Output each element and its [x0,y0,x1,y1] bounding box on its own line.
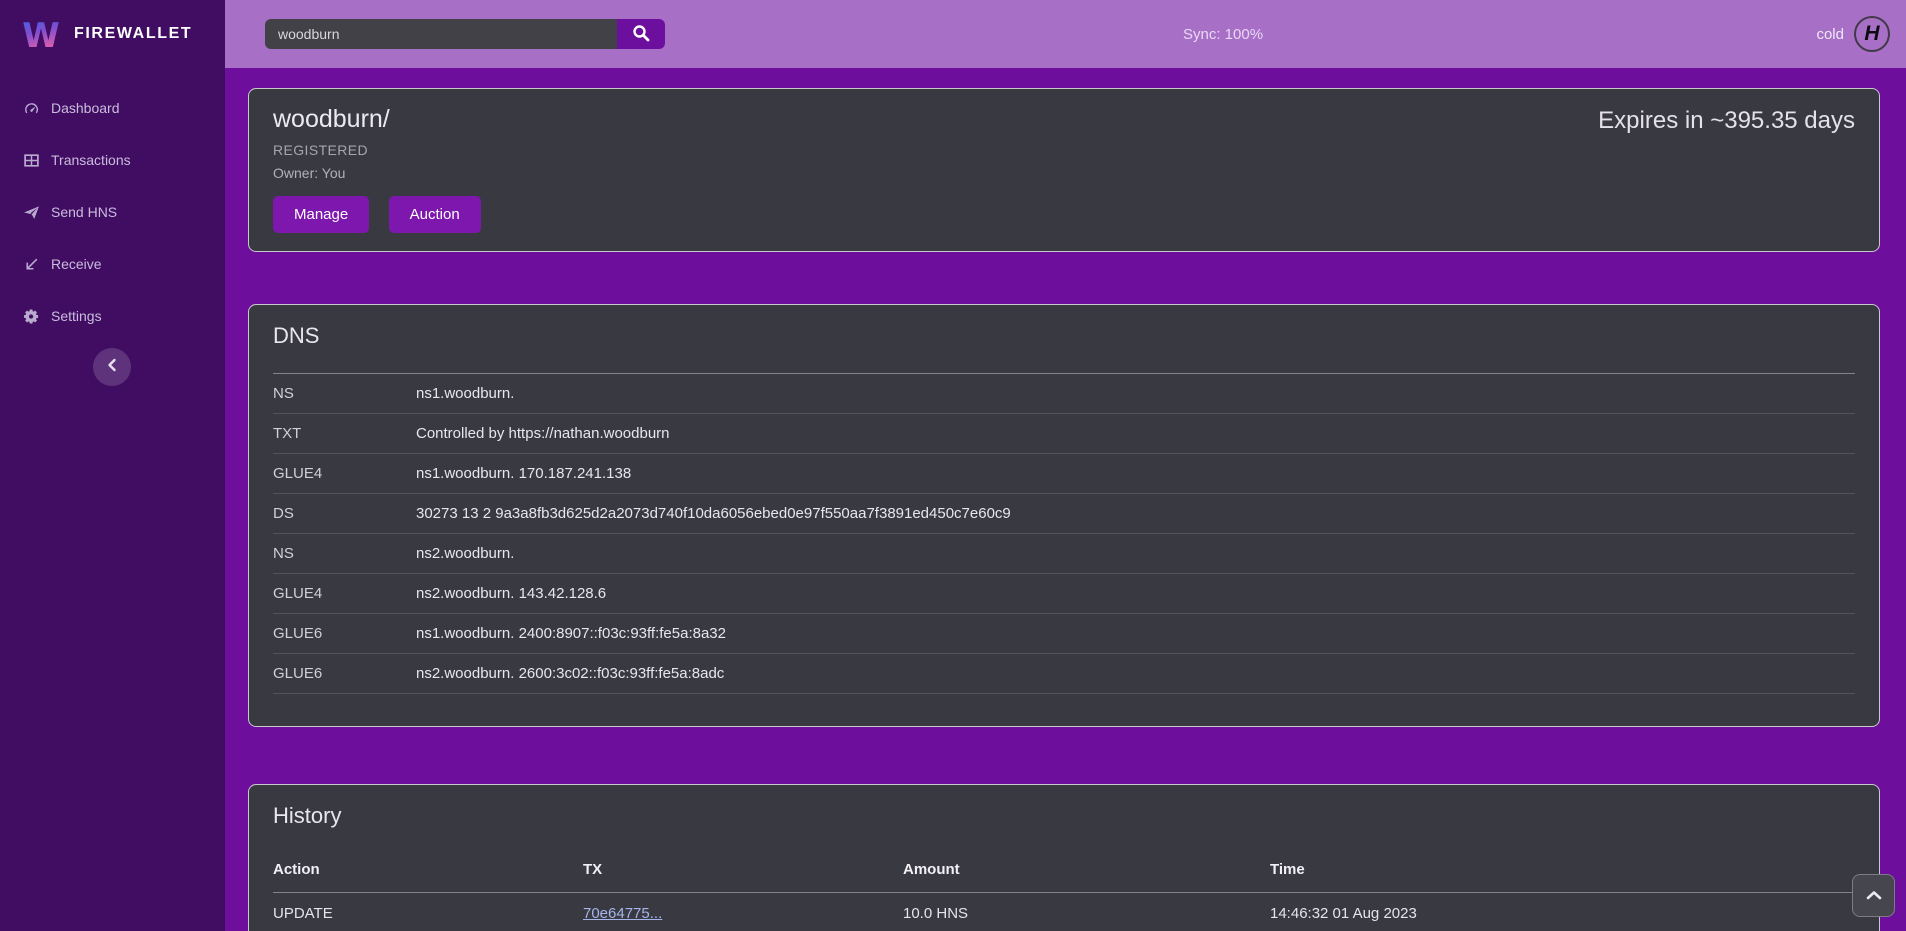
history-amount: 10.0 HNS [903,893,1270,931]
status-badge: REGISTERED [273,142,1855,158]
dns-record-value: ns2.woodburn. 143.42.128.6 [416,574,1855,614]
sidebar-nav: Dashboard Transactions Send HNS Receive [0,82,225,342]
dns-record-type: GLUE6 [273,614,416,654]
wallet-name-label: cold [1816,26,1844,43]
gauge-icon [23,100,40,117]
arrow-down-left-icon [23,256,40,273]
dns-record-row: NS ns2.woodburn. [273,534,1855,574]
domain-card: woodburn/ Expires in ~395.35 days REGIST… [248,88,1880,252]
dns-record-type: GLUE4 [273,574,416,614]
app-window: W FIREWALLET Dashboard Transactions [0,0,1906,931]
dns-record-row: GLUE4 ns2.woodburn. 143.42.128.6 [273,574,1855,614]
dns-card: DNS NS ns1.woodburn. TXT Controlle [248,304,1880,727]
dns-record-value: ns1.woodburn. 2400:8907::f03c:93ff:fe5a:… [416,614,1855,654]
sidebar-item-transactions[interactable]: Transactions [0,134,225,186]
firewallet-logo-icon: W [20,13,62,55]
dns-record-row: DS 30273 13 2 9a3a8fb3d625d2a2073d740f10… [273,494,1855,534]
history-col-tx: TX [583,853,903,893]
chevron-left-icon [106,358,118,377]
history-table: Action TX Amount Time UPDATE 70e64775... [273,853,1855,931]
brand-name: FIREWALLET [74,25,192,43]
chevron-up-icon [1866,887,1882,905]
history-col-amount: Amount [903,853,1270,893]
manage-button[interactable]: Manage [273,196,369,233]
dns-record-row: GLUE4 ns1.woodburn. 170.187.241.138 [273,454,1855,494]
sidebar-item-label: Receive [51,256,102,272]
dns-record-value: ns1.woodburn. [416,374,1855,414]
page-title: woodburn/ [273,105,390,134]
search-icon [632,24,650,45]
sidebar-item-send-hns[interactable]: Send HNS [0,186,225,238]
dns-record-type: DS [273,494,416,534]
dns-table: NS ns1.woodburn. TXT Controlled by https… [273,373,1855,694]
top-header: Sync: 100% cold H [225,0,1906,68]
dns-record-value: ns2.woodburn. 2600:3c02::f03c:93ff:fe5a:… [416,654,1855,694]
dns-card-title: DNS [273,323,1855,349]
table-icon [23,152,40,169]
sidebar-item-dashboard[interactable]: Dashboard [0,82,225,134]
history-card-title: History [273,803,1855,829]
page-content: woodburn/ Expires in ~395.35 days REGIST… [225,68,1906,931]
history-header-row: Action TX Amount Time [273,853,1855,893]
sidebar-item-label: Send HNS [51,204,117,220]
search-group [265,19,665,49]
dns-record-type: TXT [273,414,416,454]
dns-record-value: ns2.woodburn. [416,534,1855,574]
dns-record-value: 30273 13 2 9a3a8fb3d625d2a2073d740f10da6… [416,494,1855,534]
history-row: UPDATE 70e64775... 10.0 HNS 14:46:32 01 … [273,893,1855,931]
sidebar-collapse-button[interactable] [93,348,131,386]
history-card: History Action TX Amount Time [248,784,1880,931]
history-action: UPDATE [273,893,583,931]
header-right: cold H [1816,16,1890,52]
handshake-logo-icon[interactable]: H [1854,16,1890,52]
sidebar-item-label: Settings [51,308,102,324]
history-time: 14:46:32 01 Aug 2023 [1270,893,1855,931]
sidebar-item-label: Transactions [51,152,131,168]
paper-plane-icon [23,204,40,221]
brand-row: W FIREWALLET [0,0,225,68]
owner-label: Owner: You [273,165,1855,181]
dns-record-type: GLUE4 [273,454,416,494]
dns-record-type: NS [273,374,416,414]
auction-button[interactable]: Auction [389,196,481,233]
search-button[interactable] [617,19,665,49]
gear-icon [23,308,40,325]
search-input[interactable] [265,19,617,49]
sidebar-item-receive[interactable]: Receive [0,238,225,290]
history-col-action: Action [273,853,583,893]
dns-record-row: GLUE6 ns2.woodburn. 2600:3c02::f03c:93ff… [273,654,1855,694]
handshake-letter: H [1864,22,1879,46]
sidebar-item-settings[interactable]: Settings [0,290,225,342]
sidebar: W FIREWALLET Dashboard Transactions [0,0,225,931]
history-col-time: Time [1270,853,1855,893]
tx-link[interactable]: 70e64775... [583,905,662,922]
sync-status: Sync: 100% [1183,26,1263,43]
dns-record-type: GLUE6 [273,654,416,694]
expires-label: Expires in ~395.35 days [1598,105,1855,135]
sidebar-item-label: Dashboard [51,100,120,116]
svg-text:W: W [22,16,60,55]
dns-record-type: NS [273,534,416,574]
dns-record-row: TXT Controlled by https://nathan.woodbur… [273,414,1855,454]
dns-record-value: Controlled by https://nathan.woodburn [416,414,1855,454]
main-area: Sync: 100% cold H woodburn/ Expires in ~… [225,0,1906,931]
dns-record-row: GLUE6 ns1.woodburn. 2400:8907::f03c:93ff… [273,614,1855,654]
domain-title-row: woodburn/ Expires in ~395.35 days [273,105,1855,142]
domain-actions: Manage Auction [273,196,1855,233]
dns-record-value: ns1.woodburn. 170.187.241.138 [416,454,1855,494]
dns-record-row: NS ns1.woodburn. [273,374,1855,414]
scroll-to-top-button[interactable] [1852,874,1895,917]
